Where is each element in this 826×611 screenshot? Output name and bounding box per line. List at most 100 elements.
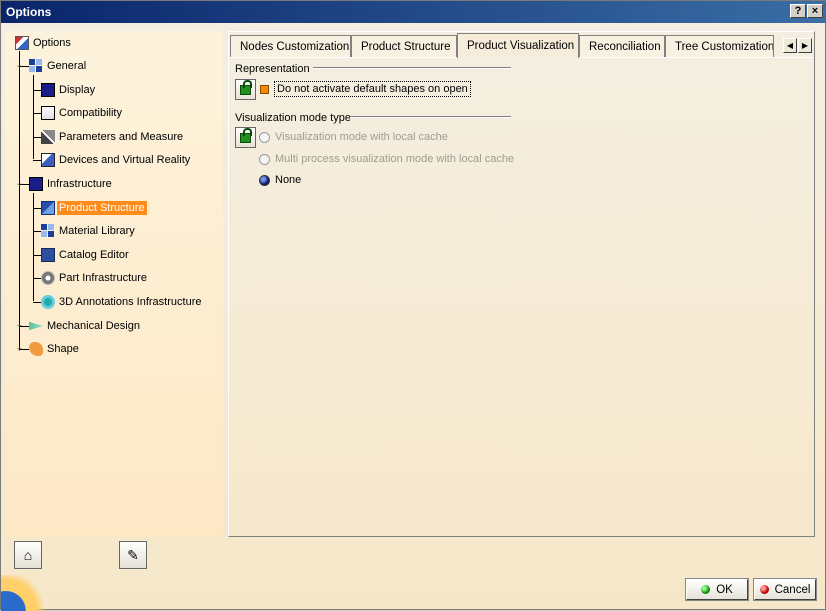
tree-line [33,90,41,91]
radio-none-label: None [275,174,302,186]
default-shapes-checkbox-row[interactable]: Do not activate default shapes on open [260,81,471,97]
radio-none[interactable] [259,174,270,186]
group-divider [313,67,511,69]
radio-multi-process-row[interactable]: Multi process visualization mode with lo… [259,153,514,165]
tree-item-label: Material Library [59,225,135,237]
document-settings-icon: ✎ [127,546,139,563]
cancel-label: Cancel [774,583,811,596]
expand-infrastructure-icon[interactable]: − [15,180,24,189]
visualization-mode-lock-button[interactable] [235,127,256,148]
general-icon [29,59,43,73]
tree-item-options[interactable]: Options [15,34,73,52]
material-library-icon [41,224,55,238]
tree-line [33,160,41,161]
lock-icon [240,80,252,95]
home-settings-button[interactable]: ⌂ [14,541,42,569]
tab-product-visualization[interactable]: Product Visualization [457,33,579,58]
tree-item-mechanical-design[interactable]: Mechanical Design [29,317,142,335]
parameters-icon [41,130,55,144]
tab-reconciliation[interactable]: Reconciliation [579,35,665,57]
dump-parameters-button[interactable]: ✎ [119,541,147,569]
window-title: Options [6,5,52,19]
shape-icon [29,342,43,356]
tree-item-display[interactable]: Display [41,81,97,99]
infrastructure-icon [29,177,43,191]
lock-icon [240,128,252,143]
product-structure-icon [41,201,55,215]
tab-scroll-right-icon[interactable]: ▶ [798,38,812,53]
cancel-button[interactable]: Cancel [753,578,817,601]
expand-shape-icon[interactable]: + [15,345,24,354]
tree-item-label: Parameters and Measure [59,131,184,143]
close-button[interactable]: × [807,4,823,18]
tree-line [33,75,34,159]
tree-item-label: Shape [47,343,79,355]
default-shapes-checkbox[interactable] [260,84,269,94]
tree-item-parameters[interactable]: Parameters and Measure [41,128,185,146]
product-visualization-page [229,57,813,536]
tree-item-catalog-editor[interactable]: Catalog Editor [41,246,131,264]
tab-product-structure[interactable]: Product Structure [351,35,457,57]
cancel-icon [759,585,769,594]
tree-line [33,302,41,303]
tree-item-material-library[interactable]: Material Library [41,222,137,240]
tab-tree-customization[interactable]: Tree Customization [665,35,774,57]
display-icon [41,83,55,97]
part-infrastructure-icon [41,271,55,285]
tree-item-label: Part Infrastructure [59,272,148,284]
tree-item-label: Devices and Virtual Reality [59,154,191,166]
options-tree: − − + + Options General Display Compatib… [5,31,223,537]
radio-multi-process[interactable] [259,153,270,165]
annotations-icon [41,295,55,309]
ok-button[interactable]: OK [685,578,749,601]
tree-line [33,278,41,279]
tree-item-label: Display [59,84,96,96]
options-dialog: Options ? × − − + + Options General Disp… [0,0,826,611]
catalog-editor-icon [41,248,55,262]
radio-none-row[interactable]: None [259,174,301,186]
radio-multi-process-label: Multi process visualization mode with lo… [275,153,515,165]
radio-local-cache-label: Visualization mode with local cache [275,131,448,143]
radio-local-cache[interactable] [259,131,270,143]
tab-scroll-left-icon[interactable]: ◀ [783,38,797,53]
tab-label: Product Structure [361,40,451,53]
tree-line [33,137,41,138]
tree-line [19,51,20,349]
options-root-icon [15,36,29,50]
tree-line [33,113,41,114]
help-button[interactable]: ? [790,4,806,18]
tree-item-label: Compatibility [59,107,122,119]
representation-lock-button[interactable] [235,79,256,100]
tree-item-compatibility[interactable]: Compatibility [41,104,124,122]
tree-item-label: Mechanical Design [47,320,140,332]
devices-icon [41,153,55,167]
tree-item-label: Catalog Editor [59,249,129,261]
group-divider [350,116,511,118]
compatibility-icon [41,106,55,120]
tree-item-3d-annotations[interactable]: 3D Annotations Infrastructure [41,293,203,311]
home-settings-icon: ⌂ [23,547,33,563]
tab-nodes-customization[interactable]: Nodes Customization [230,35,351,57]
tree-line [33,255,41,256]
mechanical-design-icon [29,321,43,331]
expand-mechanical-icon[interactable]: + [15,322,24,331]
tab-label: Product Visualization [467,40,575,52]
representation-group-title: Representation [235,63,310,75]
tree-item-label: General [47,60,87,72]
tree-item-general[interactable]: General [29,57,88,75]
tree-item-infrastructure[interactable]: Infrastructure [29,175,114,193]
tree-line [33,231,41,232]
expand-general-icon[interactable]: − [15,62,24,71]
tree-item-product-structure[interactable]: Product Structure [41,199,147,217]
tab-label: Tree Customization [675,40,774,53]
tree-item-devices[interactable]: Devices and Virtual Reality [41,151,192,169]
default-shapes-label: Do not activate default shapes on open [274,81,471,97]
tree-item-label: Product Structure [57,201,147,215]
tree-item-label: Options [33,37,71,49]
tree-item-shape[interactable]: Shape [29,340,81,358]
tree-item-part-infrastructure[interactable]: Part Infrastructure [41,269,149,287]
radio-local-cache-row[interactable]: Visualization mode with local cache [259,131,448,143]
tab-label: Reconciliation [589,40,661,53]
tree-line [33,193,34,301]
tab-label: Nodes Customization [240,40,350,53]
